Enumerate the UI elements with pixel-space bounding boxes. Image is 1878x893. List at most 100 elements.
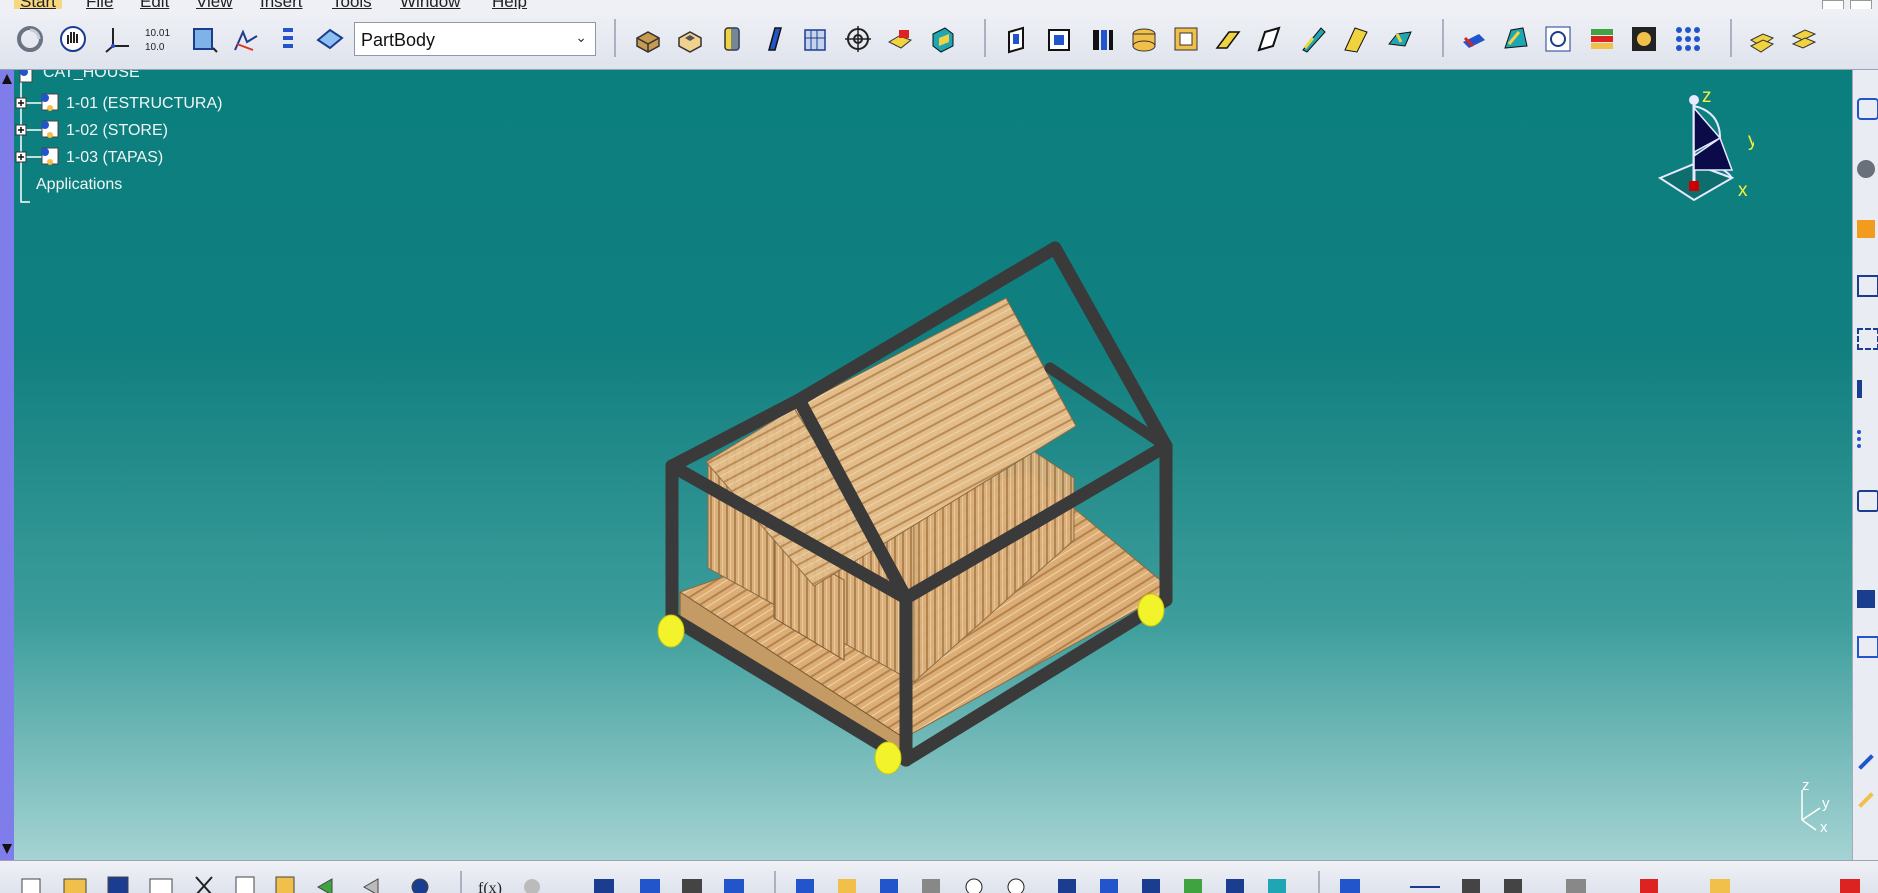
mini-axis-y: y [1822, 795, 1830, 812]
user-icon [1504, 879, 1522, 893]
shaft-icon[interactable] [716, 23, 748, 55]
line-icon[interactable] [1858, 754, 1874, 770]
hole-icon[interactable] [1002, 23, 1034, 55]
points-grid-icon[interactable]: 10.01 10.0 [142, 23, 174, 55]
render-icon[interactable] [1628, 23, 1660, 55]
paint-icon [1710, 879, 1730, 893]
paste-icon [275, 876, 295, 893]
3d-viewport[interactable]: CAT_HOUSE 1-01 (ESTRUCTURA) 1-02 (STORE)… [14, 70, 1852, 860]
scanner-icon [1566, 879, 1586, 893]
menu-file[interactable]: File [86, 0, 113, 9]
pocket-icon[interactable] [674, 23, 706, 55]
orange-tool-icon[interactable] [1857, 220, 1875, 238]
target-icon[interactable] [842, 23, 874, 55]
hide-show-icon [1184, 879, 1202, 893]
cat-house-model[interactable] [14, 70, 1852, 860]
annotation-icon [1640, 879, 1658, 893]
update-icon[interactable] [14, 23, 46, 55]
body-select[interactable]: PartBody ⌄ [354, 22, 596, 56]
mini-axis-z: z [1802, 780, 1810, 794]
close-button[interactable] [1850, 0, 1872, 9]
gear-icon[interactable] [1857, 160, 1875, 178]
layer-icon [1268, 879, 1286, 893]
zoom-out-icon [1007, 878, 1025, 893]
bottom-toolbar-icons[interactable]: f(x) [0, 861, 1878, 893]
catalog-icon[interactable] [1746, 23, 1778, 55]
thick-surface-icon[interactable] [1384, 23, 1416, 55]
rotate-icon [922, 879, 940, 893]
multi-section-icon[interactable] [800, 23, 832, 55]
menu-edit[interactable]: Edit [140, 0, 169, 9]
axis-system-icon[interactable] [102, 23, 134, 55]
toolbar-separator [1442, 19, 1444, 57]
new-file-icon [21, 878, 41, 893]
shell-icon[interactable] [1254, 23, 1286, 55]
menu-help[interactable]: Help [492, 0, 527, 9]
menu-tools[interactable]: Tools [332, 0, 372, 9]
map-icon[interactable] [1500, 23, 1532, 55]
bottom-toolbar: f(x) [0, 860, 1878, 893]
publish-icon[interactable] [1788, 23, 1820, 55]
menu-view[interactable]: View [196, 0, 233, 9]
split-icon[interactable] [1340, 23, 1372, 55]
redo-icon [362, 878, 379, 893]
copy-icon [235, 876, 255, 893]
slot-icon[interactable] [1044, 23, 1076, 55]
constraint-icon[interactable] [230, 23, 262, 55]
frame-icon[interactable] [1857, 490, 1878, 512]
toolbar-separator [614, 19, 616, 57]
thread-icon[interactable] [1170, 23, 1202, 55]
compass-reset-icon [1840, 879, 1860, 893]
thickness-icon[interactable] [1298, 23, 1330, 55]
iso-view-icon [1100, 879, 1118, 893]
remove-icon[interactable] [884, 23, 916, 55]
compass-widget[interactable]: z y x [1634, 78, 1754, 238]
table-icon [594, 879, 614, 893]
geometry-icon[interactable] [1857, 98, 1878, 120]
layers-icon[interactable] [1586, 23, 1618, 55]
help-icon [411, 878, 429, 893]
multi-icon [724, 879, 744, 893]
render-style-icon [1142, 879, 1160, 893]
menu-insert[interactable]: Insert [260, 0, 303, 9]
fit-all-icon [838, 879, 856, 893]
window-icon[interactable] [1857, 636, 1878, 658]
table-icon[interactable] [1857, 590, 1875, 608]
mini-axis-indicator: z y x [1801, 780, 1830, 836]
open-folder-icon [63, 878, 87, 893]
lock-icon [682, 879, 702, 893]
save-icon [107, 876, 129, 893]
draft-icon[interactable] [1212, 23, 1244, 55]
pad-icon[interactable] [632, 23, 664, 55]
stiffener-icon[interactable] [1086, 23, 1118, 55]
analysis-icon[interactable] [1542, 23, 1574, 55]
zoom-in-icon [965, 878, 983, 893]
plane-icon[interactable] [314, 23, 346, 55]
dashed-box-icon[interactable] [1857, 328, 1878, 350]
column-icon[interactable] [1857, 380, 1878, 398]
compass-x-label: x [1738, 180, 1748, 201]
menu-start[interactable]: Start [14, 0, 62, 9]
rib-icon[interactable] [758, 23, 790, 55]
minimize-button[interactable] [1822, 0, 1844, 9]
right-toolbar [1852, 70, 1878, 860]
dotted-icon[interactable] [1857, 430, 1878, 448]
swap-icon [1226, 879, 1244, 893]
cut-icon [195, 876, 213, 893]
measure-icon[interactable] [1458, 23, 1490, 55]
menu-bar: Start File Edit View Insert Tools Window… [0, 0, 1878, 9]
menu-window[interactable]: Window [400, 0, 460, 9]
undo-icon [316, 878, 333, 893]
ruler-icon[interactable] [1858, 792, 1874, 808]
groove-icon[interactable] [1128, 23, 1160, 55]
list-icon[interactable] [274, 23, 306, 55]
sketch-icon[interactable] [188, 23, 220, 55]
pan-hand-icon[interactable] [57, 23, 89, 55]
pattern-icon[interactable] [1672, 23, 1704, 55]
measure-between-icon [1340, 879, 1360, 893]
body-select-value: PartBody [361, 30, 436, 50]
solid-combine-icon[interactable] [926, 23, 958, 55]
left-scroll-bar[interactable] [0, 70, 14, 860]
cube-icon[interactable] [1857, 275, 1878, 297]
chevron-down-icon[interactable]: ⌄ [575, 29, 587, 46]
